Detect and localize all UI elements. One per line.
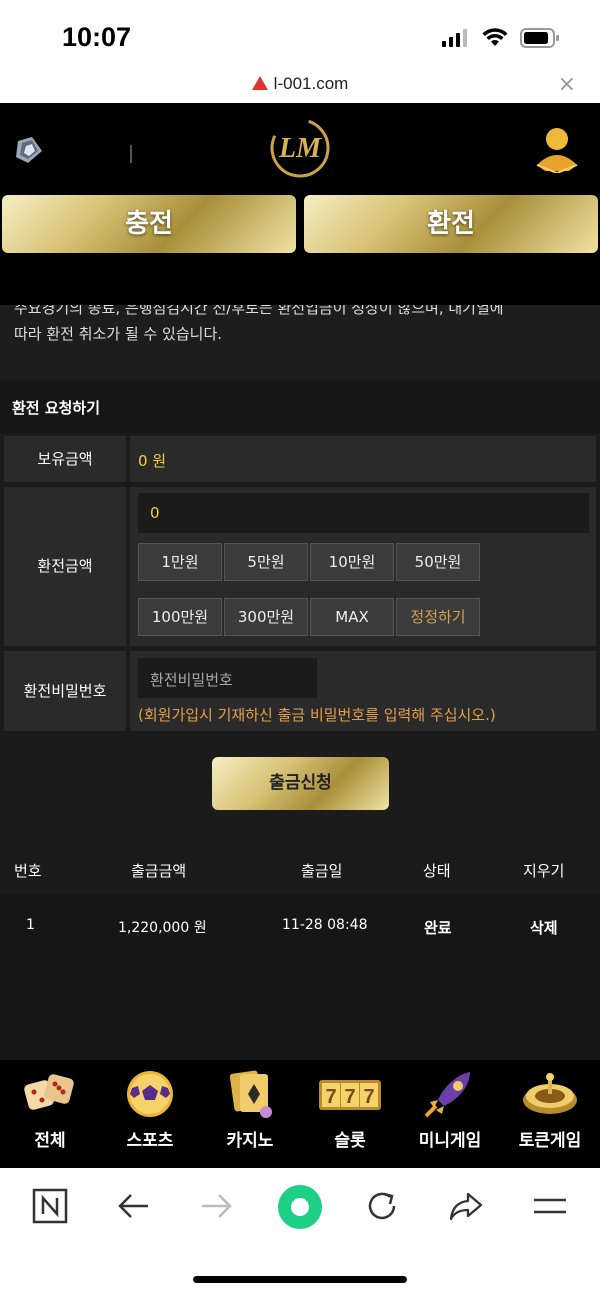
amount-3m-button[interactable]: 300만원 xyxy=(224,598,308,636)
cards-icon xyxy=(229,1070,272,1118)
row-date: 11-28 08:48 xyxy=(282,917,368,933)
signal-icon xyxy=(442,29,467,47)
main-content: 주요경기의 종료, 은행점검시간 전/후로는 환전입금이 정상이 않으며, 대기… xyxy=(0,305,600,1060)
nav-all[interactable]: 전체 xyxy=(0,1068,100,1151)
notice-line-1: 주요경기의 종료, 은행점검시간 전/후로는 환전입금이 정상이 않으며, 대기… xyxy=(14,305,504,317)
svg-text:7: 7 xyxy=(344,1086,355,1108)
site-header: LM xyxy=(0,103,600,193)
nav-sports[interactable]: 스포츠 xyxy=(100,1068,200,1151)
amount-10k-button[interactable]: 1만원 xyxy=(138,543,222,581)
amount-50k-button[interactable]: 5만원 xyxy=(224,543,308,581)
logo-text: LM xyxy=(278,133,322,164)
nav-minigame[interactable]: 미니게임 xyxy=(400,1068,500,1151)
nav-slot-label: 슬롯 xyxy=(334,1131,366,1151)
amount-label: 환전금액 xyxy=(4,487,126,646)
table-header-date: 출금일 xyxy=(301,862,343,880)
exchange-button[interactable]: 환전 xyxy=(304,195,598,253)
row-no: 1 xyxy=(26,917,35,933)
naver-n-icon[interactable] xyxy=(32,1188,68,1224)
table-header-no: 번호 xyxy=(14,862,42,880)
roulette-icon xyxy=(523,1073,577,1114)
status-bar: 10:07 xyxy=(0,0,600,70)
battery-icon xyxy=(520,28,559,48)
back-arrow-icon[interactable] xyxy=(116,1188,152,1224)
nav-casino-label: 카지노 xyxy=(226,1131,274,1151)
browser-toolbar xyxy=(0,1168,600,1298)
amount-reset-button[interactable]: 정정하기 xyxy=(396,598,480,636)
url-bar[interactable]: l-001.com × xyxy=(0,70,600,103)
section-title: 환전 요청하기 xyxy=(0,381,600,433)
url-text: l-001.com xyxy=(273,74,349,93)
status-time: 10:07 xyxy=(62,22,132,52)
soccer-ball-icon xyxy=(127,1071,173,1117)
nav-sports-label: 스포츠 xyxy=(126,1131,174,1151)
amount-1m-button[interactable]: 100만원 xyxy=(138,598,222,636)
reload-icon[interactable] xyxy=(364,1188,400,1224)
nav-minigame-label: 미니게임 xyxy=(418,1131,482,1151)
menu-icon[interactable] xyxy=(532,1188,568,1224)
withdraw-submit-button[interactable]: 출금신청 xyxy=(212,757,389,810)
forward-arrow-icon[interactable] xyxy=(198,1188,234,1224)
row-status: 완료 xyxy=(424,919,452,937)
amount-100k-button[interactable]: 10만원 xyxy=(310,543,394,581)
share-icon[interactable] xyxy=(448,1188,484,1224)
nav-all-label: 전체 xyxy=(34,1131,66,1151)
amount-500k-button[interactable]: 50만원 xyxy=(396,543,480,581)
amount-max-button[interactable]: MAX xyxy=(310,598,394,636)
top-action-bar: 충전 환전 xyxy=(0,193,600,305)
dice-icon xyxy=(24,1074,74,1110)
warning-icon xyxy=(251,76,268,90)
row-delete-button[interactable]: 삭제 xyxy=(530,917,558,938)
rank-badge-icon[interactable] xyxy=(14,135,44,169)
balance-label: 보유금액 xyxy=(4,436,126,482)
table-header-status: 상태 xyxy=(423,862,451,880)
table-header-delete: 지우기 xyxy=(523,862,565,880)
balance-value: 0 원 xyxy=(138,452,167,470)
header-divider xyxy=(130,145,132,163)
rocket-icon xyxy=(424,1072,470,1118)
balance-row: 0 원 xyxy=(130,436,596,482)
game-category-nav: 전체 스포츠 카지노 7 7 7 슬롯 미니게임 토큰게임 xyxy=(0,1060,600,1168)
site-logo[interactable]: LM xyxy=(265,115,335,185)
nav-casino[interactable]: 카지노 xyxy=(200,1068,300,1151)
nav-slot[interactable]: 7 7 7 슬롯 xyxy=(300,1068,400,1151)
status-icons xyxy=(442,28,560,48)
password-hint: (회원가입시 기재하신 출금 비밀번호를 입력해 주십시오.) xyxy=(138,706,496,724)
table-body: 1 1,220,000 원 11-28 08:48 완료 삭제 xyxy=(0,895,600,1060)
user-icon[interactable] xyxy=(535,125,579,177)
slot-777-icon: 7 7 7 xyxy=(319,1080,381,1110)
password-input[interactable]: 환전비밀번호 xyxy=(138,658,317,698)
wifi-icon xyxy=(482,28,508,46)
password-label: 환전비밀번호 xyxy=(4,651,126,731)
table-header-amount: 출금금액 xyxy=(131,862,187,880)
notice-line-2: 따라 환전 취소가 될 수 있습니다. xyxy=(14,325,223,343)
notice-text: 주요경기의 종료, 은행점검시간 전/후로는 환전입금이 정상이 않으며, 대기… xyxy=(0,305,600,377)
row-amount: 1,220,000 원 xyxy=(118,920,207,936)
amount-input[interactable]: 0 xyxy=(138,493,589,533)
home-indicator[interactable] xyxy=(193,1276,407,1283)
svg-text:7: 7 xyxy=(363,1086,374,1108)
nav-token-game[interactable]: 토큰게임 xyxy=(500,1068,600,1151)
table-header: 번호 출금금액 출금일 상태 지우기 xyxy=(0,841,600,895)
nav-token-game-label: 토큰게임 xyxy=(518,1131,582,1151)
close-icon[interactable]: × xyxy=(558,72,576,97)
url-display[interactable]: l-001.com xyxy=(0,74,600,94)
charge-button[interactable]: 충전 xyxy=(2,195,296,253)
home-green-icon[interactable] xyxy=(277,1184,323,1230)
svg-text:7: 7 xyxy=(325,1086,336,1108)
